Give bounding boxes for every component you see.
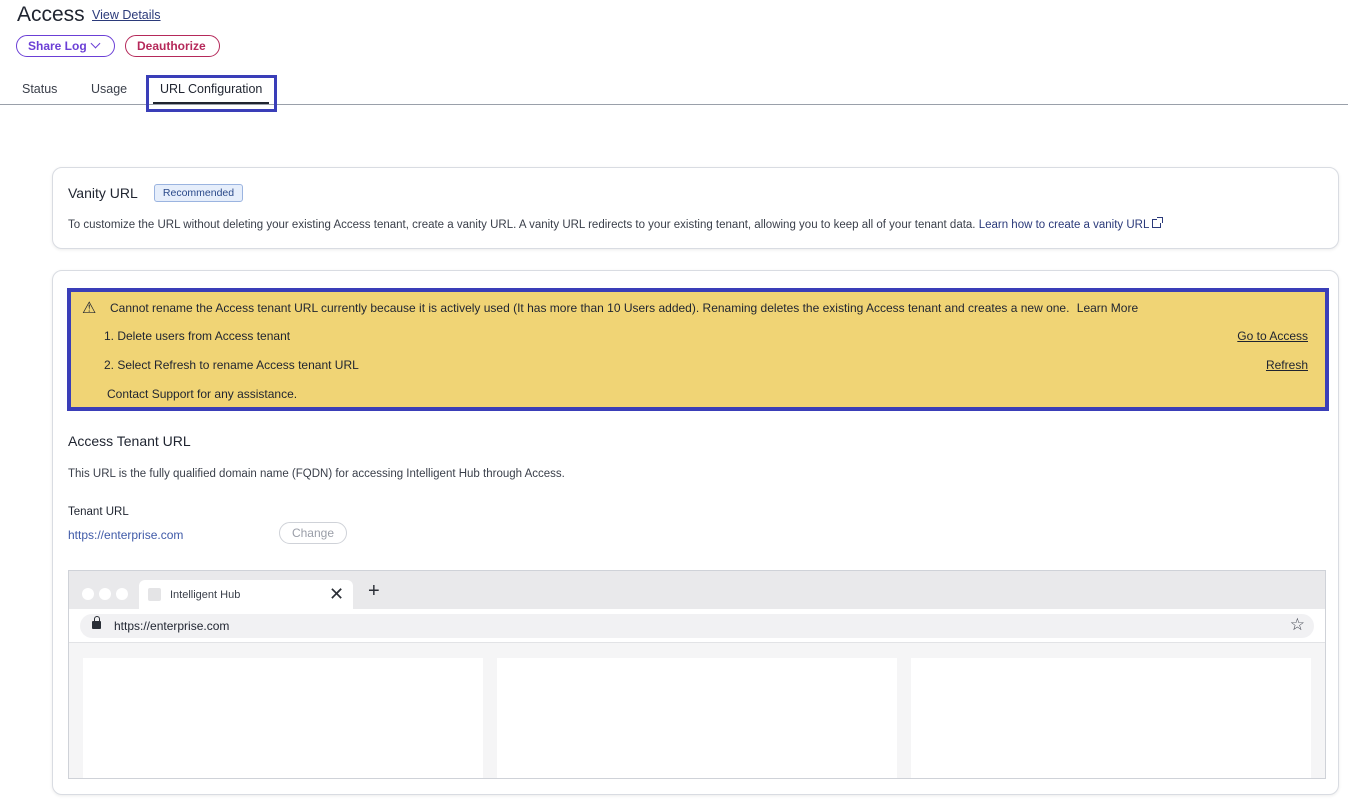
access-tenant-url-title: Access Tenant URL	[68, 433, 191, 449]
chevron-down-icon	[90, 38, 101, 49]
tenant-url-value: https://enterprise.com	[68, 528, 184, 542]
warning-learn-more-link[interactable]: Learn More	[1077, 301, 1138, 315]
address-text: https://enterprise.com	[114, 619, 230, 633]
tab-status[interactable]: Status	[22, 82, 57, 96]
vanity-url-card: Vanity URL Recommended To customize the …	[52, 167, 1339, 249]
close-icon: ✕	[329, 584, 345, 604]
tab-highlight-box	[146, 75, 277, 112]
window-dot-icon	[99, 588, 111, 600]
window-dot-icon	[116, 588, 128, 600]
browser-tab-bar: Intelligent Hub ✕ +	[69, 571, 1325, 610]
plus-icon: +	[368, 580, 380, 602]
access-tenant-url-description: This URL is the fully qualified domain n…	[68, 468, 565, 480]
go-to-access-link[interactable]: Go to Access	[1237, 329, 1308, 343]
address-bar: https://enterprise.com ☆	[80, 614, 1314, 638]
change-button[interactable]: Change	[279, 522, 347, 544]
recommended-badge: Recommended	[154, 184, 243, 202]
lock-icon	[92, 616, 101, 629]
browser-tab-title: Intelligent Hub	[170, 589, 241, 601]
favicon-icon	[148, 588, 161, 601]
vanity-url-description: To customize the URL without deleting yo…	[68, 217, 1164, 231]
tenant-url-label: Tenant URL	[68, 506, 129, 518]
external-link-icon	[1152, 217, 1164, 228]
vanity-description-text: To customize the URL without deleting yo…	[68, 219, 976, 231]
access-tenant-card: ⚠ Cannot rename the Access tenant URL cu…	[52, 270, 1339, 795]
tab-usage[interactable]: Usage	[91, 82, 127, 96]
warning-step-1: 1. Delete users from Access tenant	[104, 329, 291, 343]
vanity-url-learn-link[interactable]: Learn how to create a vanity URL	[978, 217, 1164, 231]
page-placeholder-column	[911, 658, 1311, 778]
refresh-link[interactable]: Refresh	[1266, 358, 1308, 372]
window-dot-icon	[82, 588, 94, 600]
browser-preview: Intelligent Hub ✕ + https://enterprise.c…	[68, 570, 1326, 779]
share-log-button[interactable]: Share Log	[16, 35, 115, 57]
page-title: Access	[17, 3, 85, 26]
rename-warning-banner: ⚠ Cannot rename the Access tenant URL cu…	[67, 288, 1329, 411]
star-icon: ☆	[1289, 615, 1305, 634]
vanity-url-title: Vanity URL	[68, 185, 138, 201]
warning-step-2: 2. Select Refresh to rename Access tenan…	[104, 358, 359, 372]
deauthorize-button[interactable]: Deauthorize	[125, 35, 220, 57]
warning-message-text: Cannot rename the Access tenant URL curr…	[110, 301, 1070, 315]
contact-support-text: Contact Support for any assistance.	[107, 387, 298, 401]
warning-triangle-icon: ⚠	[82, 300, 97, 317]
share-log-label: Share Log	[28, 39, 87, 53]
page-placeholder-column	[497, 658, 897, 778]
browser-tab: Intelligent Hub ✕	[139, 580, 353, 610]
browser-page-area	[69, 643, 1325, 778]
warning-message: Cannot rename the Access tenant URL curr…	[110, 301, 1138, 315]
vanity-link-label: Learn how to create a vanity URL	[978, 219, 1150, 231]
view-details-link[interactable]: View Details	[92, 8, 161, 22]
page-placeholder-column	[83, 658, 483, 778]
browser-address-area: https://enterprise.com ☆	[69, 609, 1325, 643]
